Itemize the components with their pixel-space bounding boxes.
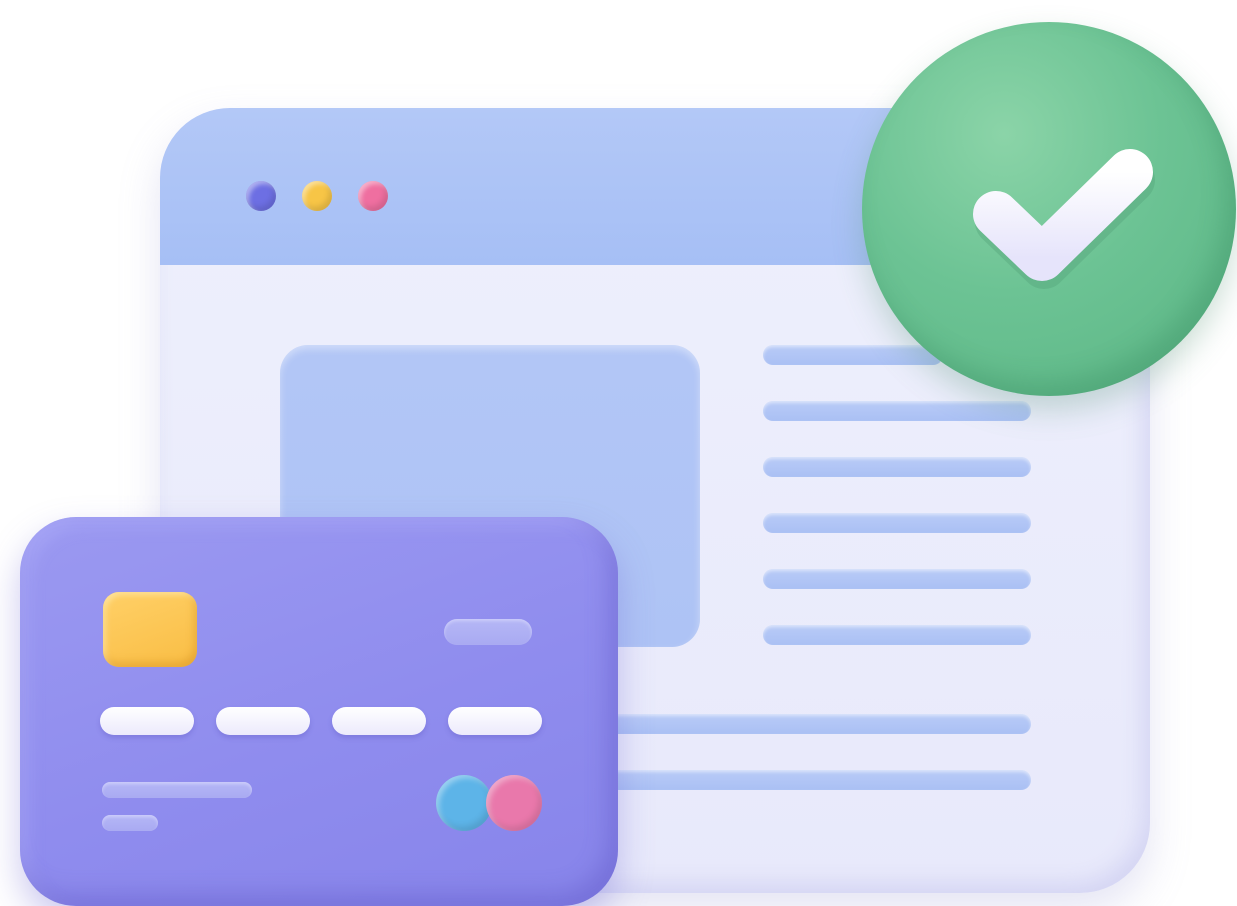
content-text-line — [763, 457, 1031, 477]
card-number-group — [100, 707, 194, 735]
content-text-line — [763, 625, 1031, 645]
window-dot-purple — [246, 181, 276, 211]
content-text-line — [763, 513, 1031, 533]
checkmark-icon — [973, 149, 1155, 289]
content-text-line — [763, 569, 1031, 589]
success-badge — [862, 22, 1236, 396]
card-number-group — [216, 707, 310, 735]
card-logo-circle-pink — [486, 775, 542, 831]
card-holder-bar — [102, 782, 252, 798]
illustration — [0, 0, 1237, 906]
content-text-line — [600, 714, 1031, 734]
content-text-line — [763, 401, 1031, 421]
window-dot-pink — [358, 181, 388, 211]
content-text-line — [600, 770, 1031, 790]
card-logo-circle-blue — [436, 775, 492, 831]
card-expiry-bar — [102, 815, 158, 831]
card-chip — [103, 592, 197, 667]
card-label-bar — [444, 619, 532, 645]
window-dot-yellow — [302, 181, 332, 211]
card-number-group — [332, 707, 426, 735]
card-number-group — [448, 707, 542, 735]
credit-card — [20, 517, 618, 906]
